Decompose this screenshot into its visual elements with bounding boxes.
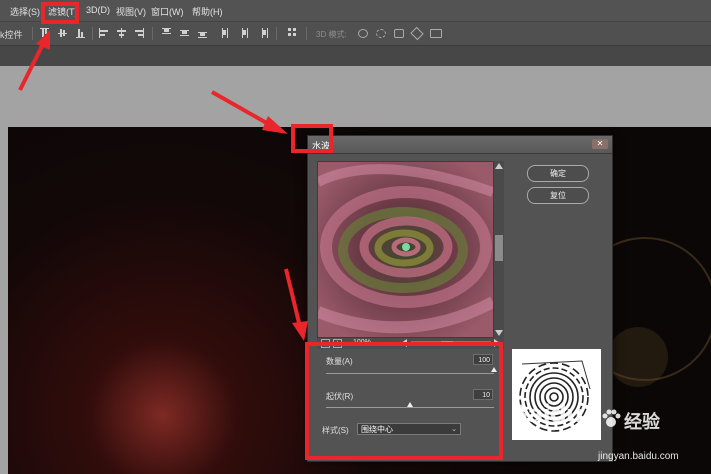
distribute-bottom-icon[interactable] [198, 28, 207, 38]
close-icon[interactable]: ✕ [592, 139, 608, 149]
distribute-hcenter-icon[interactable] [240, 28, 249, 38]
drag-3d-icon[interactable] [394, 29, 404, 38]
align-bottom-icon[interactable] [76, 28, 85, 38]
watermark-brand: Baidu [510, 400, 583, 428]
annotation-arrow-icon [284, 268, 308, 341]
separator [306, 27, 307, 40]
mode-3d-label: 3D 模式: [316, 30, 347, 39]
ok-button[interactable]: 确定 [527, 165, 589, 182]
menu-help[interactable]: 帮助(H) [192, 5, 223, 18]
filter-preview[interactable] [318, 162, 493, 337]
scroll-up-icon[interactable] [495, 163, 503, 169]
separator [276, 27, 277, 40]
document-tab-bar [0, 46, 711, 66]
distribute-top-icon[interactable] [162, 28, 171, 38]
rotate-3d-icon[interactable] [358, 29, 368, 38]
align-vcenter-icon[interactable] [58, 28, 67, 38]
separator [152, 27, 153, 40]
menu-view[interactable]: 视图(V) [116, 5, 146, 18]
menu-select[interactable]: 选择(S) [10, 5, 40, 18]
highlight-settings [305, 342, 503, 460]
slide-3d-icon[interactable] [410, 26, 424, 41]
distribute-vcenter-icon[interactable] [180, 28, 189, 38]
align-right-icon[interactable] [135, 28, 144, 38]
paw-logo-icon [602, 409, 621, 427]
roll-3d-icon[interactable] [376, 29, 386, 38]
lens-flare-spot [608, 327, 668, 387]
annotation-arrow-icon [211, 90, 288, 134]
scroll-thumb[interactable] [495, 235, 503, 261]
annotation-arrow-icon [18, 30, 50, 91]
menu-window[interactable]: 窗口(W) [151, 5, 184, 18]
separator [92, 27, 93, 40]
highlight-filter-menu [41, 2, 79, 24]
highlight-dialog-title [291, 124, 333, 153]
watermark-url: jingyan.baidu.com [598, 451, 679, 462]
reset-button[interactable]: 复位 [527, 187, 589, 204]
distribute-left-icon[interactable] [222, 28, 231, 38]
scroll-down-icon[interactable] [495, 330, 503, 336]
swirl-preview-image [318, 162, 493, 337]
align-hcenter-icon[interactable] [117, 28, 126, 38]
align-left-icon[interactable] [99, 28, 108, 38]
preview-vertical-scrollbar[interactable] [494, 161, 504, 338]
menu-bar: 选择(S) 滤镜(T) 3D(D) 视图(V) 窗口(W) 帮助(H) [0, 0, 711, 22]
auto-align-icon[interactable] [288, 28, 297, 38]
scale-3d-icon[interactable] [430, 29, 442, 38]
distribute-right-icon[interactable] [258, 28, 268, 38]
dialog-titlebar[interactable]: 水波 ✕ [308, 136, 612, 154]
menu-3d[interactable]: 3D(D) [86, 5, 110, 15]
preview-frame [317, 161, 504, 338]
options-bar: k控件 3D 模式: [0, 22, 711, 46]
watermark-suffix: 经验 [624, 412, 660, 432]
